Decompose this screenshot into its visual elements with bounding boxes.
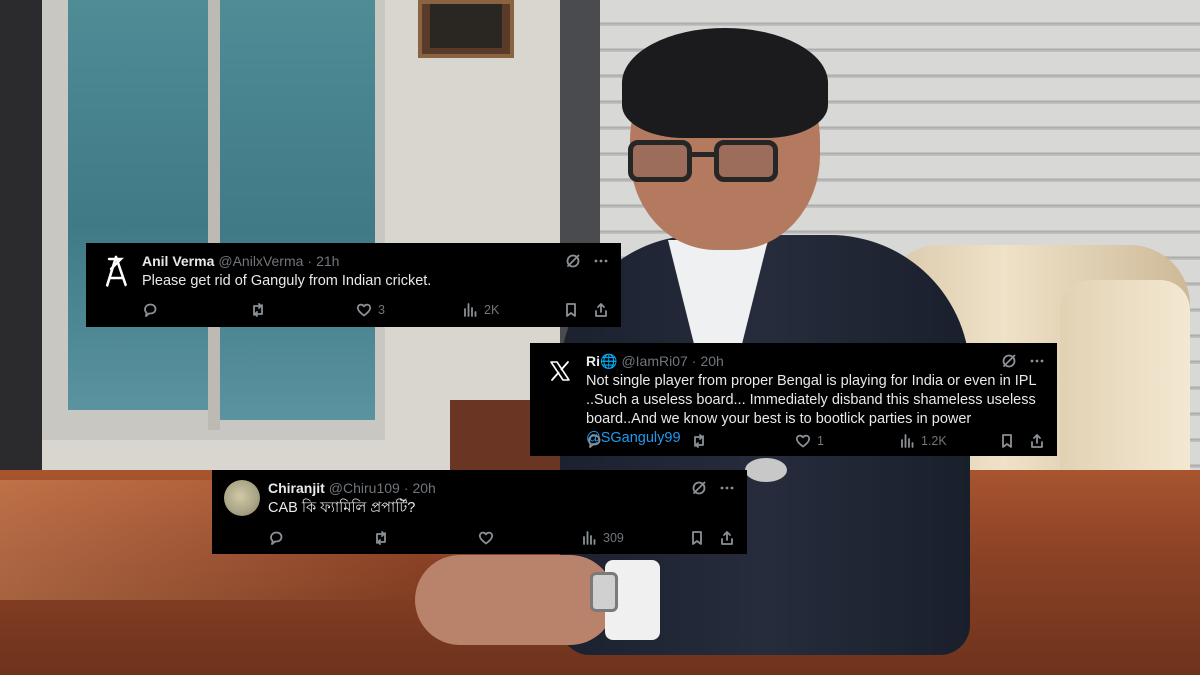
folded-hands — [415, 555, 615, 645]
bookmark-icon[interactable] — [563, 302, 579, 318]
door-post — [0, 0, 42, 470]
view-count: 309 — [603, 531, 624, 545]
heart-icon — [478, 531, 494, 545]
views-icon — [583, 531, 596, 545]
heart-icon — [356, 303, 372, 317]
separator-dot: · — [307, 253, 313, 269]
person-hair — [622, 28, 828, 138]
grok-icon[interactable] — [1001, 353, 1017, 369]
wall-picture — [418, 0, 514, 58]
reply-button[interactable] — [586, 433, 691, 449]
more-options-icon[interactable] — [593, 253, 609, 269]
stylized-a-logo-icon[interactable] — [98, 253, 134, 289]
window-bar — [208, 0, 220, 430]
avatar-photo-icon[interactable] — [224, 480, 260, 516]
reply-button[interactable] — [142, 302, 250, 318]
share-icon[interactable] — [719, 530, 735, 546]
views-button[interactable]: 309 — [581, 530, 624, 546]
view-count: 2K — [484, 303, 500, 317]
tweet-card[interactable]: Chiranjit @Chiru109 · 20h CAB কি ফ্যামিল… — [212, 470, 747, 554]
repost-button[interactable] — [691, 433, 795, 449]
tweet-text-content: Not single player from proper Bengal is … — [586, 373, 1037, 427]
share-icon[interactable] — [593, 302, 609, 318]
tweet-time[interactable]: 21h — [316, 253, 339, 269]
tweet-header: Chiranjit @Chiru109 · 20h — [268, 478, 735, 498]
author-name[interactable]: Chiranjit — [268, 480, 325, 496]
tweet-time[interactable]: 20h — [412, 480, 435, 496]
grok-icon[interactable] — [565, 253, 581, 269]
separator-dot: · — [403, 480, 409, 496]
author-handle[interactable]: @AnilxVerma — [218, 253, 303, 269]
share-icon[interactable] — [1029, 433, 1045, 449]
reply-button[interactable] — [268, 530, 373, 546]
like-count: 3 — [378, 303, 385, 317]
author-name[interactable]: Anil Verma — [142, 253, 214, 269]
repost-icon — [376, 531, 386, 545]
tweet-text: CAB কি ফ্যামিলি প্রপার্টি? — [268, 500, 416, 516]
repost-button[interactable] — [373, 530, 478, 546]
view-count: 1.2K — [921, 434, 947, 448]
tweet-actions: 1 1.2K — [586, 431, 1045, 451]
globe-emoji: 🌐 — [600, 352, 618, 369]
separator-dot: · — [691, 353, 697, 369]
x-logo-icon[interactable] — [542, 353, 578, 389]
views-button[interactable]: 1.2K — [899, 433, 947, 449]
tweet-time[interactable]: 20h — [700, 353, 723, 369]
more-options-icon[interactable] — [719, 480, 735, 496]
reply-icon — [270, 531, 283, 545]
tweet-text: Please get rid of Ganguly from Indian cr… — [142, 273, 432, 289]
glasses — [628, 140, 778, 186]
like-button[interactable] — [478, 530, 581, 546]
like-button[interactable]: 3 — [356, 302, 462, 318]
window-pane — [220, 0, 375, 420]
like-count: 1 — [817, 434, 824, 448]
tweet-card[interactable]: Ri 🌐 @IamRi07 · 20h Not single player fr… — [530, 343, 1057, 456]
reply-icon — [144, 303, 157, 317]
background-photo — [0, 0, 1200, 675]
repost-icon — [253, 303, 263, 317]
views-icon — [901, 434, 914, 448]
tweet-actions: 309 — [268, 528, 735, 548]
window-pane — [68, 0, 208, 410]
tweet-header: Ri 🌐 @IamRi07 · 20h — [586, 351, 1045, 371]
repost-button[interactable] — [250, 302, 356, 318]
author-handle[interactable]: @IamRi07 — [621, 353, 687, 369]
bookmark-icon[interactable] — [999, 433, 1015, 449]
bookmark-icon[interactable] — [689, 530, 705, 546]
tweet-header: Anil Verma @AnilxVerma · 21h — [142, 251, 609, 271]
author-handle[interactable]: @Chiru109 — [329, 480, 400, 496]
tweet-actions: 3 2K — [142, 300, 609, 320]
grok-icon[interactable] — [691, 480, 707, 496]
views-button[interactable]: 2K — [462, 302, 499, 318]
wristwatch — [590, 572, 618, 612]
tweet-card[interactable]: Anil Verma @AnilxVerma · 21h Please get … — [86, 243, 621, 327]
like-button[interactable]: 1 — [795, 433, 899, 449]
more-options-icon[interactable] — [1029, 353, 1045, 369]
repost-icon — [694, 434, 704, 448]
views-icon — [464, 303, 477, 317]
reply-icon — [588, 434, 601, 448]
heart-icon — [795, 434, 811, 448]
lapel-badge — [745, 458, 787, 482]
author-name[interactable]: Ri — [586, 353, 600, 369]
